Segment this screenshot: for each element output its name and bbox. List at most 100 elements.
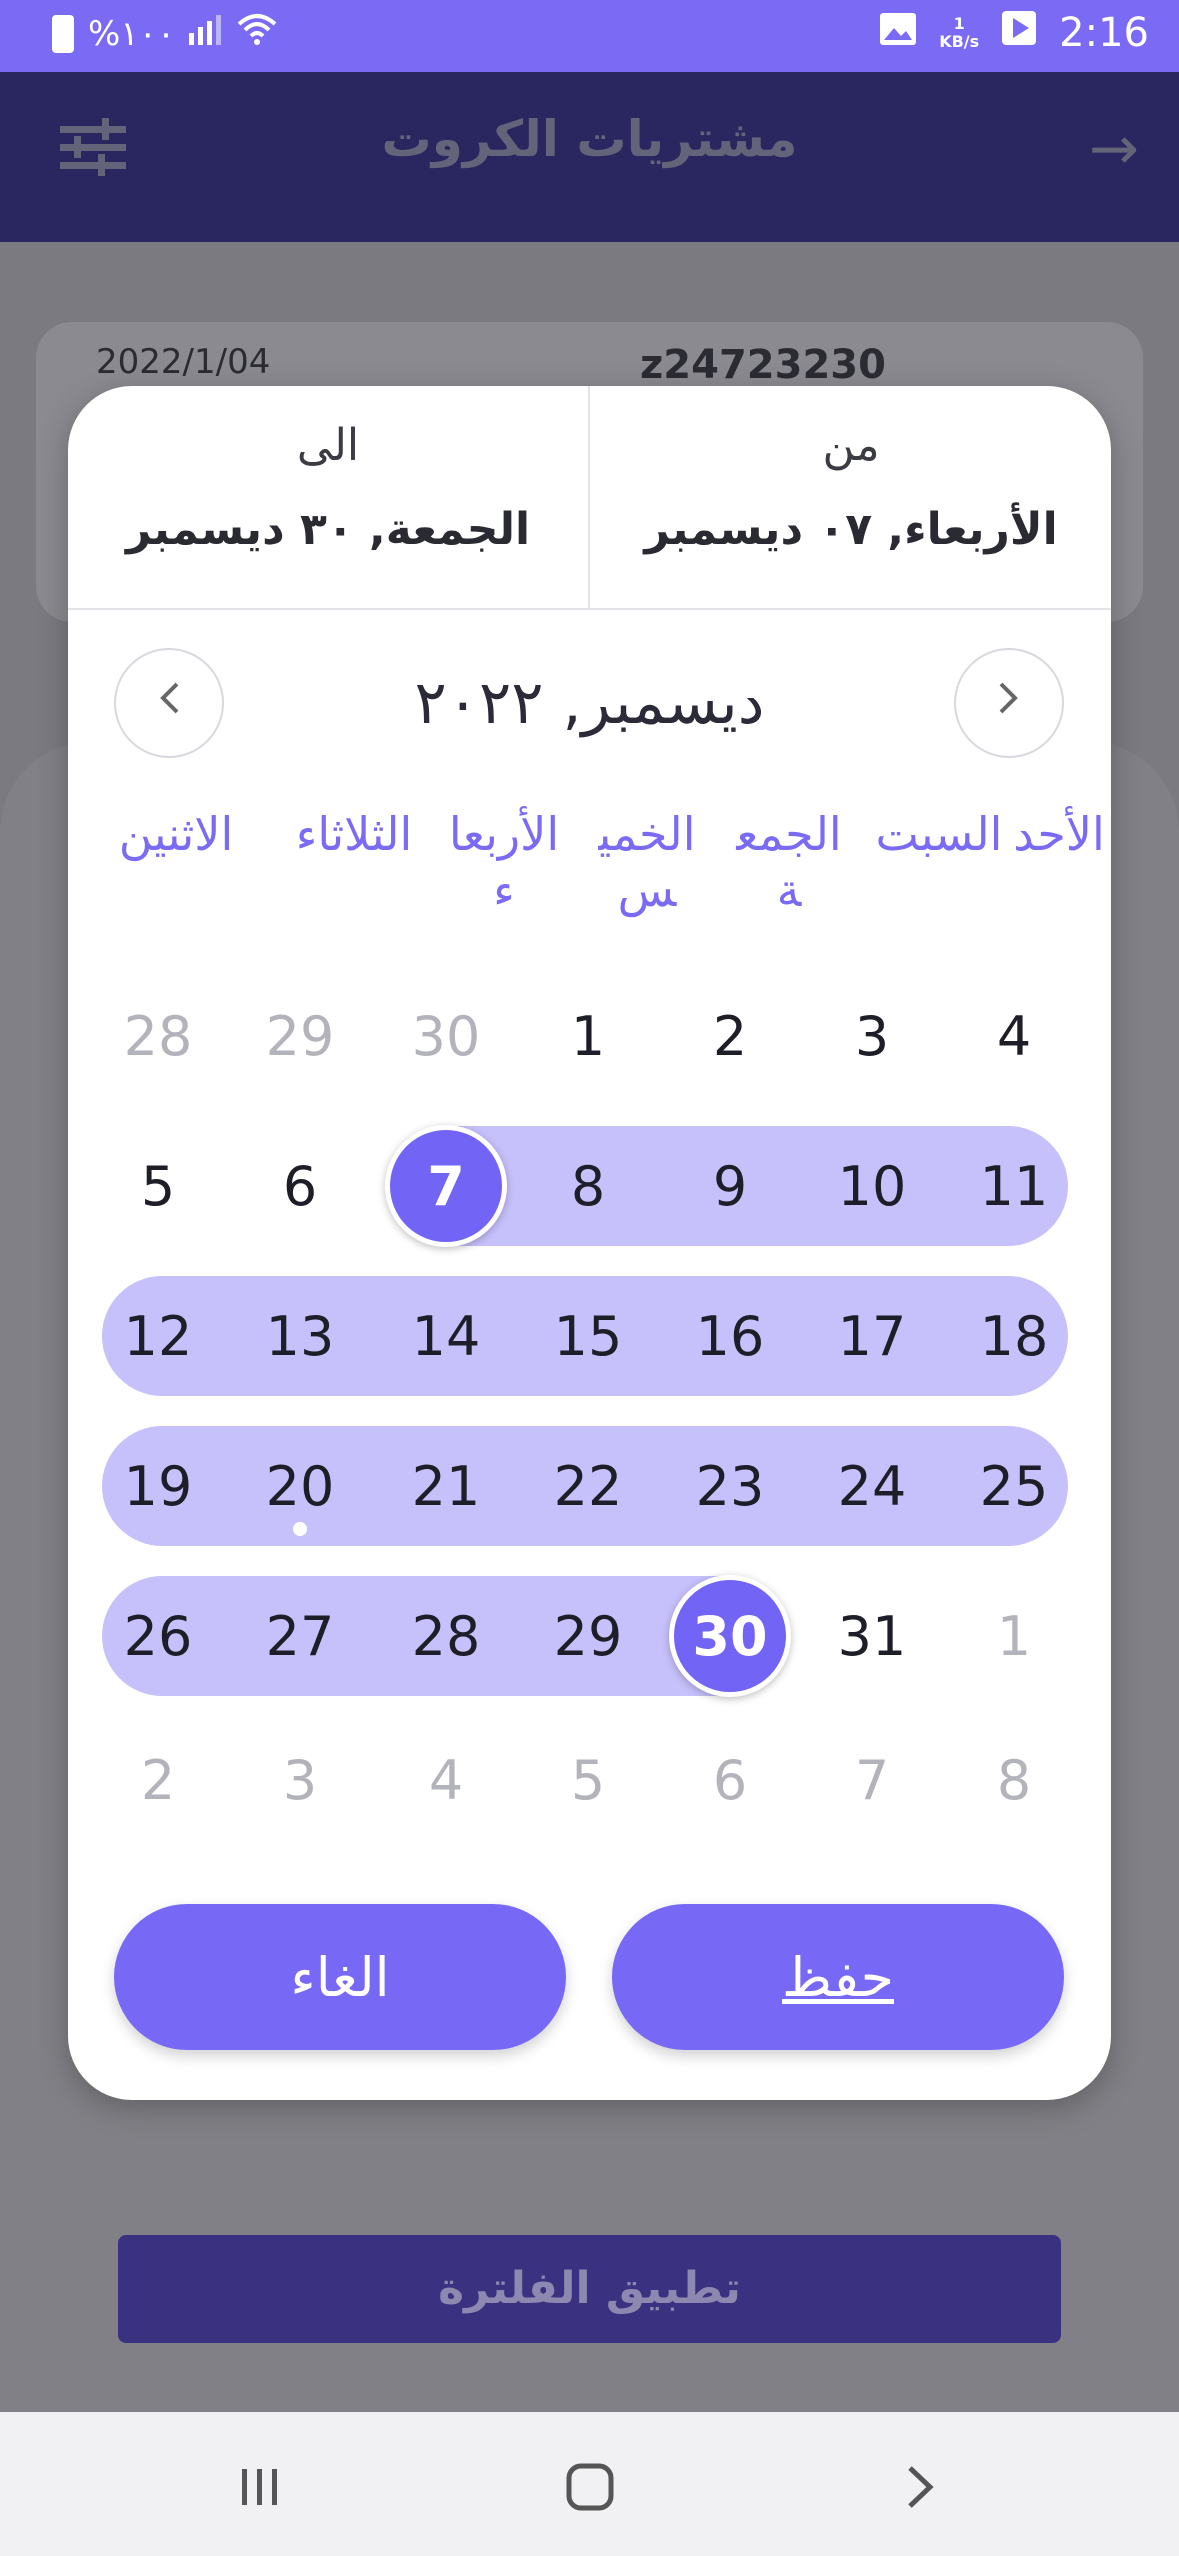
calendar-day[interactable]: 7 — [801, 1720, 943, 1840]
calendar-day[interactable]: 17 — [801, 1276, 943, 1396]
calendar-day[interactable]: 6 — [659, 1720, 801, 1840]
battery-percent: %١٠٠ — [88, 13, 176, 54]
calendar-day[interactable]: 25 — [943, 1426, 1085, 1546]
from-section[interactable]: من الأربعاء, ٠٧ ديسمبر — [591, 386, 1111, 610]
status-bar-right: 1 KB/s 2:16 — [879, 10, 1149, 56]
calendar-day-number: 11 — [979, 1154, 1049, 1218]
calendar-day[interactable]: 4 — [375, 1720, 517, 1840]
system-nav-bar — [0, 2412, 1179, 2556]
calendar-day[interactable]: 5 — [87, 1126, 229, 1246]
calendar-day[interactable]: 27 — [229, 1576, 371, 1696]
calendar-day-number: 8 — [996, 1748, 1032, 1812]
calendar-day-number: 26 — [123, 1604, 193, 1668]
calendar-day-number: 12 — [123, 1304, 193, 1368]
calendar-day-number: 8 — [570, 1154, 606, 1218]
calendar-day[interactable]: 3 — [801, 976, 943, 1096]
back-arrow-icon[interactable]: → — [1089, 114, 1139, 184]
calendar-day-number: 22 — [553, 1454, 623, 1518]
calendar-day[interactable]: 3 — [229, 1720, 371, 1840]
calendar-day[interactable]: 15 — [517, 1276, 659, 1396]
calendar-day[interactable]: 8 — [943, 1720, 1085, 1840]
calendar-day[interactable]: 13 — [229, 1276, 371, 1396]
calendar-day[interactable]: 29 — [229, 976, 371, 1096]
play-store-icon — [1001, 10, 1037, 56]
status-bar-left: %١٠٠ — [52, 12, 277, 55]
calendar-day[interactable]: 2 — [87, 1720, 229, 1840]
calendar-day[interactable]: 4 — [943, 976, 1085, 1096]
to-date: الجمعة, ٣٠ ديسمبر — [125, 504, 531, 555]
calendar-day[interactable]: 21 — [375, 1426, 517, 1546]
calendar-day-number: 19 — [123, 1454, 193, 1518]
calendar-day[interactable]: 1 — [517, 976, 659, 1096]
calendar-day[interactable]: 2 — [659, 976, 801, 1096]
calendar-day[interactable]: 6 — [229, 1126, 371, 1246]
calendar-day-number: 3 — [854, 1004, 890, 1068]
background-card-code: z24723230 — [640, 342, 886, 388]
calendar-day[interactable]: 9 — [659, 1126, 801, 1246]
signal-icon — [189, 14, 223, 54]
today-indicator — [293, 1522, 307, 1536]
calendar-day[interactable]: 28 — [87, 976, 229, 1096]
calendar-day[interactable]: 22 — [517, 1426, 659, 1546]
calendar-day-number: 6 — [712, 1748, 748, 1812]
calendar-day-number: 25 — [979, 1454, 1049, 1518]
calendar-day-number: 17 — [837, 1304, 907, 1368]
back-icon[interactable] — [880, 2452, 960, 2522]
calendar-day[interactable]: 23 — [659, 1426, 801, 1546]
calendar-day-number: 23 — [695, 1454, 765, 1518]
calendar-day[interactable]: 12 — [87, 1276, 229, 1396]
calendar-day-number: 20 — [265, 1454, 335, 1518]
dialog-actions: الغاء حفظ — [68, 1904, 1111, 2054]
calendar-day[interactable]: 7 — [375, 1125, 517, 1247]
calendar-day-number: 10 — [837, 1154, 907, 1218]
calendar-day[interactable]: 10 — [801, 1126, 943, 1246]
calendar-day-number: 6 — [282, 1154, 318, 1218]
calendar-day-number: 28 — [123, 1004, 193, 1068]
calendar-day[interactable]: 28 — [375, 1576, 517, 1696]
calendar-day[interactable]: 14 — [375, 1276, 517, 1396]
calendar-day[interactable]: 18 — [943, 1276, 1085, 1396]
weekday-label: الاثنين — [118, 807, 234, 861]
cancel-button[interactable]: الغاء — [114, 1904, 566, 2050]
weekday-label: الخميس — [598, 807, 696, 917]
recent-apps-icon[interactable] — [220, 2452, 300, 2522]
calendar-day-number: 28 — [411, 1604, 481, 1668]
calendar-day[interactable]: 1 — [943, 1576, 1085, 1696]
to-section[interactable]: الى الجمعة, ٣٠ ديسمبر — [68, 386, 588, 610]
network-speed-value: 1 — [953, 14, 965, 33]
calendar-day[interactable]: 11 — [943, 1126, 1085, 1246]
weekday-label: الثلاثاء — [295, 807, 413, 861]
calendar-day-number: 27 — [265, 1604, 335, 1668]
weekday-label: الأربعاء — [448, 807, 560, 917]
calendar-day-number: 29 — [553, 1604, 623, 1668]
calendar-day[interactable]: 24 — [801, 1426, 943, 1546]
calendar-day-number: 15 — [553, 1304, 623, 1368]
calendar-day[interactable]: 26 — [87, 1576, 229, 1696]
calendar-day-number: 4 — [428, 1748, 464, 1812]
calendar-day[interactable]: 16 — [659, 1276, 801, 1396]
home-icon[interactable] — [550, 2452, 630, 2522]
calendar-day[interactable]: 5 — [517, 1720, 659, 1840]
calendar-day[interactable]: 8 — [517, 1126, 659, 1246]
calendar-day-number: 24 — [837, 1454, 907, 1518]
next-month-button[interactable] — [954, 648, 1064, 758]
background-card-date: 2022/1/04 — [96, 342, 271, 382]
weekday-header: الأحد السبت الجمعة الخميس الأربعاء الثلا… — [68, 806, 1111, 956]
image-icon — [879, 10, 917, 56]
save-button-label: حفظ — [782, 1945, 894, 2009]
calendar-day[interactable]: 31 — [801, 1576, 943, 1696]
calendar-day-number: 1 — [996, 1604, 1032, 1668]
calendar-day-number: 1 — [570, 1004, 606, 1068]
page-title: مشتريات الكروت — [381, 110, 798, 168]
calendar-day-number: 13 — [265, 1304, 335, 1368]
calendar-day-number: 4 — [996, 1004, 1032, 1068]
calendar-day[interactable]: 30 — [375, 976, 517, 1096]
apply-filter-button[interactable]: تطبيق الفلترة — [118, 2235, 1061, 2343]
calendar-day[interactable]: 30 — [659, 1575, 801, 1697]
weekday-label: الجمعة — [736, 807, 842, 917]
calendar-day-number: 9 — [712, 1154, 748, 1218]
calendar-day[interactable]: 29 — [517, 1576, 659, 1696]
date-range-dialog: الى الجمعة, ٣٠ ديسمبر من الأربعاء, ٠٧ دي… — [68, 386, 1111, 2100]
calendar-day[interactable]: 19 — [87, 1426, 229, 1546]
save-button[interactable]: حفظ — [612, 1904, 1064, 2050]
